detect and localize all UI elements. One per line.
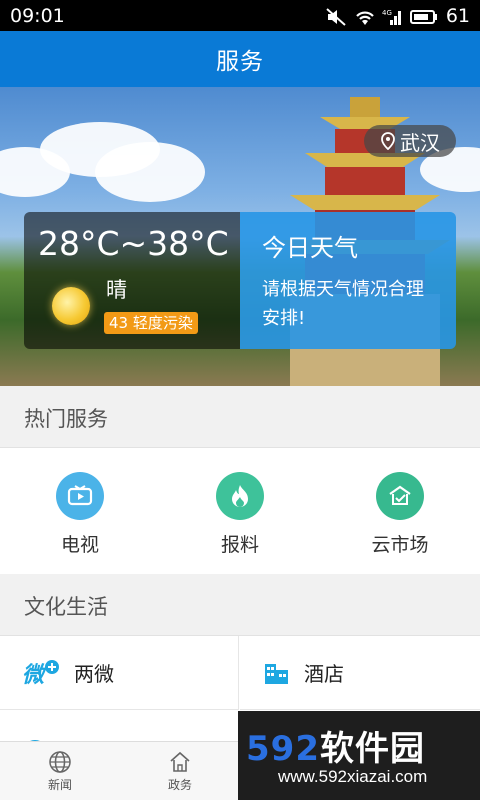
cloud-shape — [95, 142, 205, 202]
status-bar: 09:01 4G 61 — [0, 0, 480, 31]
status-time: 09:01 — [10, 4, 65, 27]
temperature-range: 28°C~38°C — [38, 224, 229, 263]
service-label: 电视 — [60, 534, 99, 556]
watermark-logo-text: 软件园 — [319, 729, 425, 769]
market-icon — [376, 472, 424, 520]
watermark-url: www.592xiazai.com — [278, 767, 428, 786]
service-report[interactable]: 报料 — [160, 448, 320, 574]
location-badge[interactable]: 武汉 — [364, 125, 456, 157]
cellular-signal-icon: 4G — [382, 8, 402, 25]
nav-label: 政务 — [167, 777, 192, 792]
tip-text: 请根据天气情况合理安排! — [262, 279, 424, 329]
watermark-logo-number: 592 — [246, 729, 320, 769]
service-label: 云市场 — [371, 534, 429, 556]
svg-text:微: 微 — [22, 663, 48, 688]
culture-item-liangwei[interactable]: 微 两微 — [0, 636, 239, 710]
weather-banner: 武汉 28°C~38°C 晴 43 轻度污染 今日天气 请根据天气情况合理安排! — [0, 87, 480, 386]
battery-level: 61 — [445, 4, 470, 27]
tv-icon — [56, 472, 104, 520]
hotel-icon — [262, 658, 292, 688]
globe-icon — [49, 750, 71, 773]
culture-item-hotel[interactable]: 酒店 — [240, 636, 480, 710]
nav-label: 新闻 — [47, 777, 72, 792]
section-title-text: 热门服务 — [24, 406, 108, 431]
section-title-culture: 文化生活 — [0, 576, 480, 636]
culture-item-label: 酒店 — [304, 662, 344, 686]
watermark-logo: 592软件园 — [246, 721, 425, 770]
weather-tip-card[interactable]: 今日天气 请根据天气情况合理安排! — [240, 212, 456, 349]
battery-icon — [409, 8, 438, 24]
air-quality-badge: 43 轻度污染 — [104, 312, 198, 334]
home-icon — [170, 751, 190, 772]
weather-condition: 晴 — [106, 278, 127, 302]
weather-card[interactable]: 28°C~38°C 晴 43 轻度污染 — [24, 212, 240, 349]
nav-item-news[interactable]: 新闻 — [0, 742, 120, 800]
page-title: 服务 — [216, 49, 264, 75]
svg-text:4G: 4G — [382, 9, 392, 17]
location-city: 武汉 — [400, 130, 440, 155]
weibo-weixin-icon: 微 — [22, 658, 62, 688]
wifi-icon — [354, 8, 374, 25]
culture-item-label: 两微 — [74, 662, 114, 686]
page-title-bar: 服务 — [0, 31, 480, 87]
service-label: 报料 — [220, 534, 259, 556]
location-pin-icon — [381, 132, 395, 150]
status-icons: 4G 61 — [326, 5, 470, 27]
service-cloud-market[interactable]: 云市场 — [320, 448, 480, 574]
bottom-nav: 新闻 政务 — [0, 741, 240, 800]
tip-title: 今日天气 — [262, 234, 358, 262]
section-title-hot-services: 热门服务 — [0, 388, 480, 448]
section-title-text: 文化生活 — [24, 594, 108, 619]
mute-icon — [326, 7, 346, 26]
site-watermark: 592软件园 www.592xiazai.com — [238, 711, 480, 800]
service-tv[interactable]: 电视 — [0, 448, 160, 574]
sun-icon — [52, 287, 90, 325]
hot-services-row: 电视 报料 云市场 — [0, 448, 480, 574]
fire-icon — [216, 472, 264, 520]
nav-item-government[interactable]: 政务 — [120, 742, 240, 800]
